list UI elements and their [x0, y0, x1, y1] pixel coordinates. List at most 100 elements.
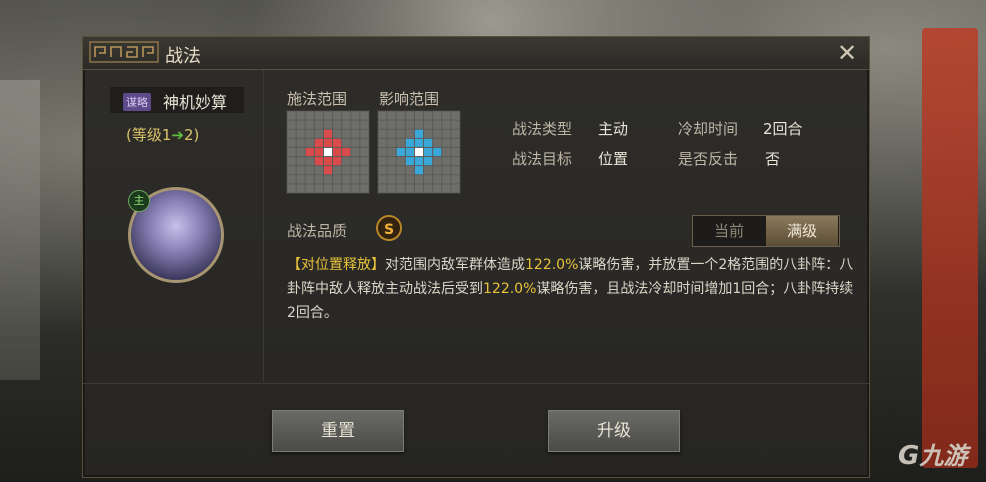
grid-center-cell — [323, 147, 333, 157]
counter-label: 是否反击 — [678, 150, 739, 168]
grid-cell — [387, 138, 396, 147]
grid-cell — [296, 111, 305, 120]
grid-cell — [323, 111, 333, 120]
grid-cell — [296, 129, 305, 138]
grid-range-cell — [342, 147, 351, 157]
grid-cell — [433, 120, 442, 129]
grid-range-cell — [323, 138, 333, 147]
grid-cell — [342, 138, 351, 147]
skill-target-label: 战法目标 — [512, 150, 573, 168]
grid-cell — [396, 166, 405, 175]
grid-range-cell — [424, 147, 433, 157]
toggle-max-level[interactable]: 满级 — [766, 216, 838, 246]
reset-button[interactable]: 重置 — [272, 410, 404, 452]
grid-cell — [360, 120, 369, 129]
grid-cell — [405, 175, 414, 184]
grid-cell — [360, 166, 369, 175]
close-icon[interactable]: ✕ — [835, 41, 859, 65]
grid-cell — [387, 175, 396, 184]
grid-cell — [405, 120, 414, 129]
grid-cell — [314, 120, 323, 129]
grid-cell — [351, 184, 360, 193]
grid-cell — [360, 129, 369, 138]
grid-cell — [396, 175, 405, 184]
grid-cell — [442, 157, 451, 166]
grid-range-cell — [314, 138, 323, 147]
grid-cell — [351, 147, 360, 157]
grid-cell — [342, 157, 351, 166]
grid-cell — [378, 157, 387, 166]
grid-cell — [314, 184, 323, 193]
grid-cell — [451, 129, 460, 138]
effect-range-label: 影响范围 — [379, 90, 440, 108]
grid-cell — [287, 138, 296, 147]
grid-cell — [360, 157, 369, 166]
grid-cell — [405, 129, 414, 138]
grid-range-cell — [323, 166, 333, 175]
grid-range-cell — [414, 138, 424, 147]
grid-cell — [387, 166, 396, 175]
grid-cell — [387, 157, 396, 166]
grid-cell — [424, 111, 433, 120]
grid-cell — [396, 157, 405, 166]
grid-cell — [314, 175, 323, 184]
skill-type-tag: 谋略 — [123, 93, 151, 111]
grid-cell — [433, 157, 442, 166]
grid-cell — [433, 111, 442, 120]
skill-type-label: 战法类型 — [512, 120, 573, 138]
grid-cell — [287, 111, 296, 120]
grid-cell — [378, 184, 387, 193]
grid-cell — [314, 166, 323, 175]
grid-cell — [433, 184, 442, 193]
grid-cell — [414, 111, 424, 120]
skill-type-value: 主动 — [598, 120, 629, 138]
grid-cell — [433, 129, 442, 138]
grid-range-cell — [305, 147, 314, 157]
grid-cell — [333, 111, 342, 120]
grid-range-cell — [405, 138, 414, 147]
grid-range-cell — [333, 147, 342, 157]
level-toggle: 当前 满级 — [692, 215, 840, 247]
skill-level: (等级1➔2) — [126, 124, 199, 145]
grid-cell — [433, 138, 442, 147]
grid-cell — [451, 138, 460, 147]
grid-range-cell — [323, 157, 333, 166]
dialog-titlebar: 战法 ✕ — [83, 37, 869, 70]
grid-cell — [333, 120, 342, 129]
grid-cell — [396, 111, 405, 120]
grid-cell — [387, 120, 396, 129]
upgrade-button[interactable]: 升级 — [548, 410, 680, 452]
grid-cell — [442, 111, 451, 120]
grid-cell — [287, 129, 296, 138]
grid-cell — [296, 175, 305, 184]
grid-cell — [396, 120, 405, 129]
grid-cell — [405, 111, 414, 120]
grid-cell — [442, 120, 451, 129]
toggle-current[interactable]: 当前 — [693, 216, 765, 246]
grid-cell — [360, 111, 369, 120]
effect-range-grid — [377, 110, 461, 194]
quality-grade-badge: S — [376, 215, 402, 241]
grid-range-cell — [433, 147, 442, 157]
grid-cell — [333, 166, 342, 175]
grid-cell — [351, 120, 360, 129]
grid-cell — [314, 129, 323, 138]
grid-cell — [424, 175, 433, 184]
level-to: 2) — [183, 126, 200, 144]
grid-cell — [378, 166, 387, 175]
grid-cell — [433, 166, 442, 175]
grid-range-cell — [414, 157, 424, 166]
grid-cell — [351, 157, 360, 166]
grid-cell — [387, 129, 396, 138]
grid-cell — [323, 184, 333, 193]
desc-part1: 对范围内敌军群体造成 — [385, 257, 525, 273]
background-right-tab — [922, 28, 978, 468]
grid-cell — [351, 111, 360, 120]
counter-value: 否 — [765, 150, 781, 168]
grid-cell — [351, 129, 360, 138]
grid-cell — [287, 157, 296, 166]
grid-cell — [305, 120, 314, 129]
grid-cell — [342, 111, 351, 120]
grid-cell — [451, 147, 460, 157]
title-ornament-icon — [89, 41, 159, 63]
